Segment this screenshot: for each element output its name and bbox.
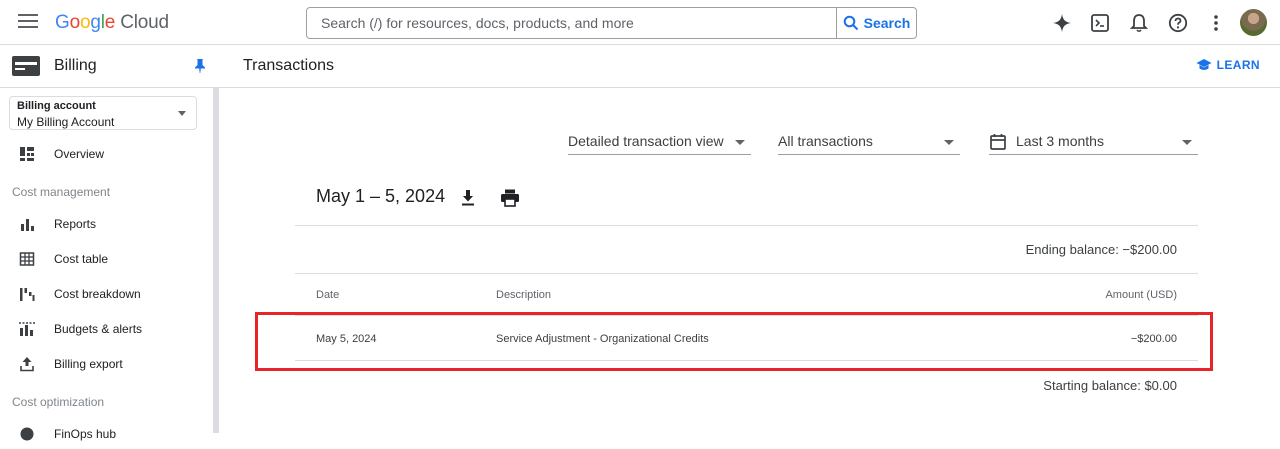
column-header-date[interactable]: Date [316, 289, 339, 301]
sidebar-item-budgets-alerts[interactable]: Budgets & alerts [0, 314, 213, 344]
billing-card-icon [12, 56, 40, 76]
more-options-icon[interactable] [1204, 11, 1228, 35]
sidebar-item-label: Cost breakdown [54, 287, 141, 301]
learn-button[interactable]: LEARN [1196, 58, 1260, 72]
school-icon [1196, 59, 1212, 70]
chevron-down-icon [1182, 140, 1192, 145]
divider [295, 225, 1198, 226]
google-cloud-logo[interactable]: Google Cloud [55, 12, 169, 34]
billing-account-selector[interactable]: Billing account My Billing Account [9, 96, 197, 130]
sidebar-item-label: FinOps hub [54, 427, 117, 441]
page-title: Transactions [243, 57, 334, 74]
transaction-view-dropdown[interactable]: Detailed transaction view [568, 129, 751, 155]
budget-icon [19, 322, 35, 336]
section-cost-optimization: Cost optimization [12, 395, 105, 409]
sidebar-item-cost-breakdown[interactable]: Cost breakdown [0, 279, 213, 309]
sidebar: Billing Billing account My Billing Accou… [0, 45, 221, 441]
search-icon [843, 15, 858, 31]
waterfall-icon [20, 288, 35, 301]
statement-date-range: May 1 – 5, 2024 [316, 186, 446, 206]
upload-icon [20, 357, 34, 372]
logo-google: Google [55, 12, 116, 33]
sidebar-header: Billing [0, 45, 221, 88]
sidebar-item-label: Billing export [54, 357, 123, 371]
cloud-shell-icon[interactable] [1088, 11, 1112, 35]
search-button[interactable]: Search [836, 8, 916, 38]
date-range-value: Last 3 months [1016, 133, 1104, 149]
transaction-view-value: Detailed transaction view [568, 133, 724, 149]
transaction-type-dropdown[interactable]: All transactions [778, 129, 960, 155]
logo-cloud: Cloud [120, 12, 169, 33]
billing-account-value: My Billing Account [17, 115, 115, 129]
sidebar-item-overview[interactable]: Overview [0, 139, 213, 169]
starting-balance: Starting balance: $0.00 [1043, 378, 1177, 393]
table-icon [19, 252, 35, 266]
learn-label: LEARN [1216, 58, 1260, 72]
main-header: Transactions LEARN [221, 45, 1280, 88]
search-button-label: Search [863, 15, 911, 31]
sidebar-item-label: Overview [54, 147, 105, 161]
chevron-down-icon [178, 111, 186, 116]
calendar-icon [990, 134, 1006, 150]
sidebar-item-label: Cost table [54, 252, 109, 266]
sidebar-item-label: Budgets & alerts [54, 322, 143, 336]
menu-icon[interactable] [18, 14, 38, 30]
column-header-amount[interactable]: Amount (USD) [1105, 289, 1177, 301]
divider [295, 273, 1198, 274]
sidebar-scrollbar[interactable] [213, 88, 219, 433]
date-range-dropdown[interactable]: Last 3 months [989, 129, 1198, 155]
top-bar: Google Cloud Search [0, 0, 1280, 45]
sidebar-title: Billing [54, 57, 97, 74]
bar-chart-icon [21, 219, 34, 231]
print-icon[interactable] [499, 187, 521, 209]
gemini-sparkle-icon[interactable] [1050, 11, 1074, 35]
user-avatar[interactable] [1240, 9, 1267, 36]
section-cost-management: Cost management [12, 185, 111, 199]
highlight-box [255, 312, 1213, 371]
notifications-bell-icon[interactable] [1127, 11, 1151, 35]
main-content: Transactions LEARN Detailed transaction … [221, 45, 1280, 433]
chevron-down-icon [944, 140, 954, 145]
download-icon[interactable] [457, 187, 479, 209]
pin-icon[interactable] [194, 58, 206, 79]
dashboard-icon [20, 147, 34, 161]
transaction-type-value: All transactions [778, 133, 873, 149]
chevron-down-icon [735, 140, 745, 145]
sidebar-item-label: Reports [54, 217, 97, 231]
column-header-description[interactable]: Description [496, 289, 551, 301]
hub-icon [20, 427, 34, 441]
ending-balance: Ending balance: −$200.00 [1025, 242, 1177, 257]
sidebar-item-reports[interactable]: Reports [0, 209, 213, 239]
sidebar-item-billing-export[interactable]: Billing export [0, 349, 213, 379]
billing-account-label: Billing account [17, 100, 96, 112]
sidebar-item-cost-table[interactable]: Cost table [0, 244, 213, 274]
sidebar-item-finops-hub[interactable]: FinOps hub [0, 419, 213, 449]
search-box: Search [306, 7, 917, 39]
search-input[interactable] [307, 8, 836, 38]
help-icon[interactable] [1166, 11, 1190, 35]
